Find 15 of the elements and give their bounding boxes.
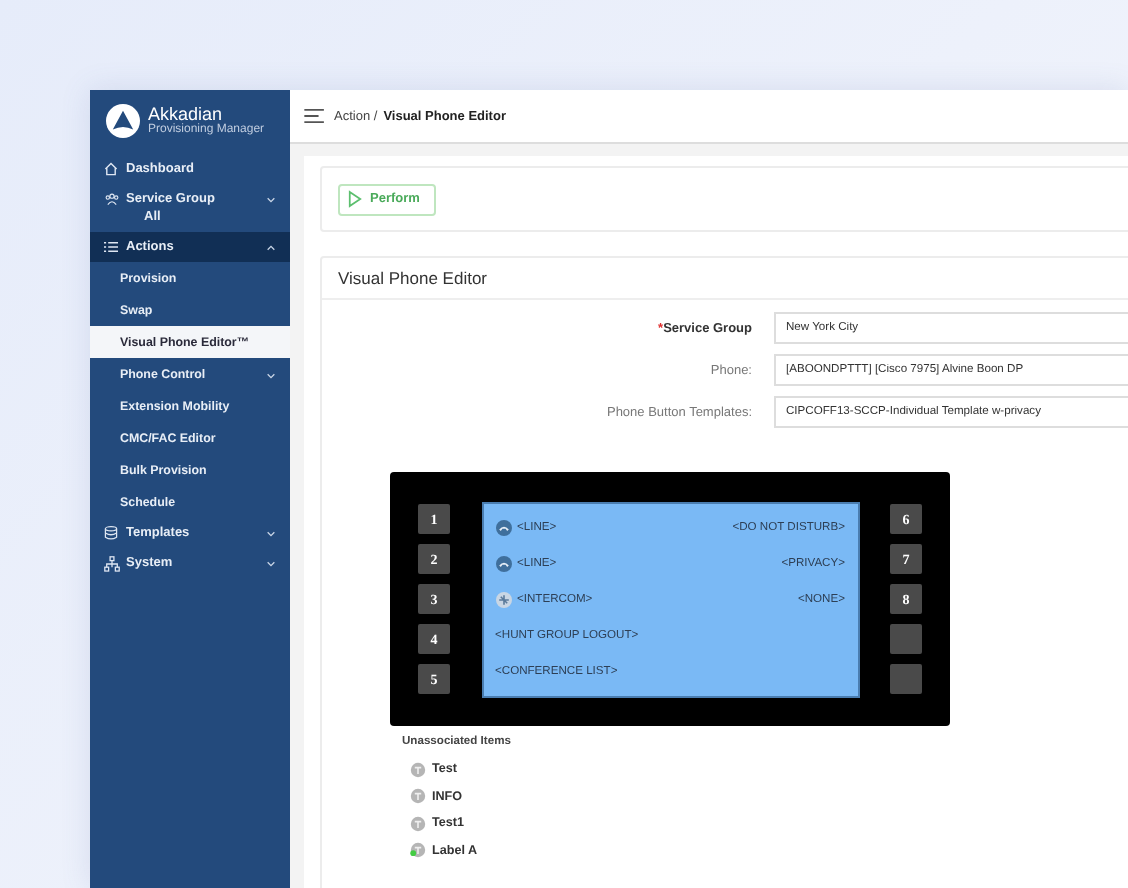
line-key[interactable] — [890, 624, 922, 654]
play-icon — [348, 190, 362, 208]
people-icon — [104, 192, 120, 206]
list-icon — [104, 240, 118, 254]
handset-icon — [495, 555, 511, 571]
home-icon — [104, 162, 118, 176]
line-key[interactable] — [890, 664, 922, 694]
database-icon — [104, 526, 118, 540]
logo-icon — [106, 103, 140, 137]
intercom-icon — [495, 591, 511, 607]
card-title: Visual Phone Editor — [322, 258, 1128, 300]
handset-icon — [495, 519, 511, 535]
menu-icon[interactable] — [304, 108, 326, 124]
network-icon — [104, 556, 120, 572]
brand-name: Akkadian — [148, 105, 225, 123]
